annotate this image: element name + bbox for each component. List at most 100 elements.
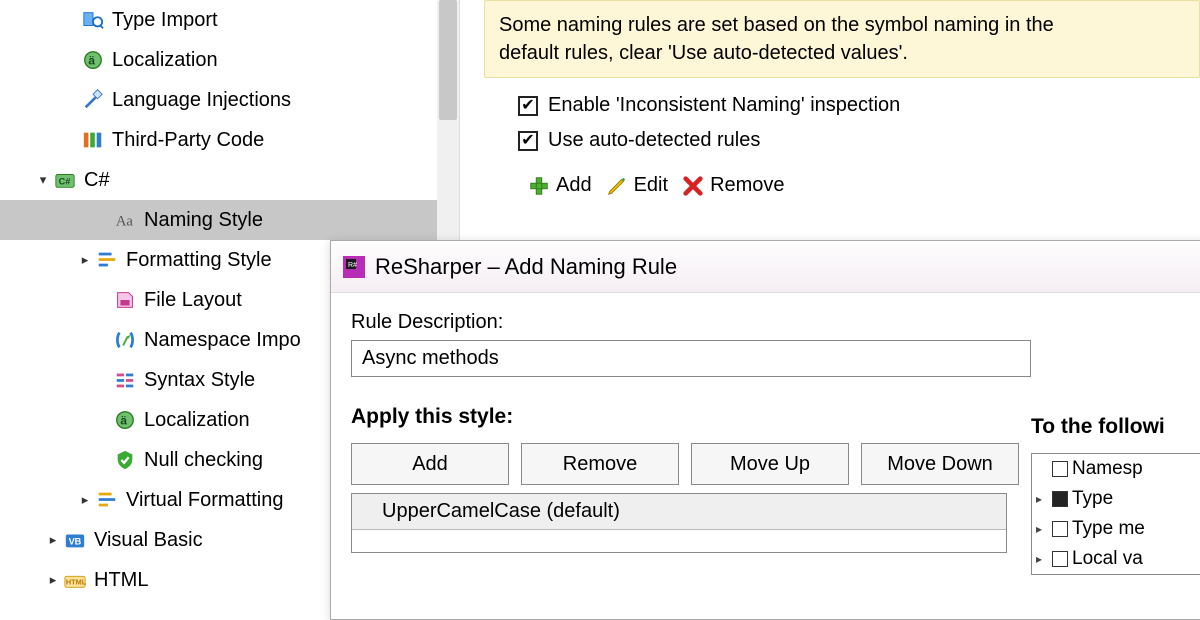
- dialog-titlebar[interactable]: R# ReSharper – Add Naming Rule: [331, 241, 1200, 293]
- naming-settings-panel: Some naming rules are set based on the s…: [484, 0, 1200, 240]
- tree-item-label: Syntax Style: [144, 369, 255, 392]
- type-import-icon: [80, 7, 106, 33]
- checkbox-icon[interactable]: [1052, 491, 1068, 507]
- style-list-item[interactable]: UpperCamelCase (default): [352, 494, 1006, 530]
- checkbox-icon: ✔: [518, 96, 538, 116]
- button-label: Move Down: [887, 453, 993, 476]
- info-banner: Some naming rules are set based on the s…: [484, 0, 1200, 78]
- button-label: Move Up: [730, 453, 810, 476]
- tree-item-label: Null checking: [144, 449, 263, 472]
- svg-text:Aa: Aa: [116, 214, 134, 230]
- expand-arrow-icon[interactable]: ▸: [46, 532, 60, 548]
- vb-icon: VB: [62, 527, 88, 553]
- svg-text:ä: ä: [88, 54, 95, 68]
- banner-text: default rules, clear 'Use auto-detected …: [499, 39, 1185, 67]
- delete-icon: [682, 175, 704, 197]
- nullcheck-icon: [112, 447, 138, 473]
- button-label: Remove: [710, 174, 784, 197]
- kind-label: Type me: [1072, 518, 1145, 540]
- html-icon: HTML: [62, 567, 88, 593]
- enable-inspection-checkbox[interactable]: ✔ Enable 'Inconsistent Naming' inspectio…: [518, 94, 1200, 117]
- kind-row[interactable]: Namesp: [1032, 454, 1200, 484]
- naming-icon: Aa: [112, 207, 138, 233]
- tree-item-label: Namespace Impo: [144, 329, 301, 352]
- tree-item-label: File Layout: [144, 289, 242, 312]
- checkbox-label: Use auto-detected rules: [548, 129, 760, 152]
- tree-item-label: Naming Style: [144, 209, 263, 232]
- auto-detected-checkbox[interactable]: ✔ Use auto-detected rules: [518, 129, 1200, 152]
- rule-description-label: Rule Description:: [351, 311, 1200, 334]
- tree-item-label: Localization: [144, 409, 250, 432]
- tree-item-label: Localization: [112, 49, 218, 72]
- svg-text:VB: VB: [69, 537, 82, 547]
- entity-kinds-list[interactable]: Namesp ▸ Type ▸ Type me ▸ Local va: [1031, 453, 1200, 575]
- checkbox-label: Enable 'Inconsistent Naming' inspection: [548, 94, 900, 117]
- expand-arrow-icon[interactable]: ▸: [1036, 522, 1048, 536]
- tree-item[interactable]: Third-Party Code: [0, 120, 459, 160]
- to-following-heading: To the followi: [1031, 415, 1200, 439]
- tree-item-label: Third-Party Code: [112, 129, 264, 152]
- button-label: Edit: [634, 174, 668, 197]
- checkbox-icon[interactable]: [1052, 551, 1068, 567]
- svg-text:R#: R#: [348, 262, 357, 269]
- thirdparty-icon: [80, 127, 106, 153]
- rule-description-input[interactable]: [351, 340, 1031, 377]
- tree-item-label: Language Injections: [112, 89, 291, 112]
- banner-text: Some naming rules are set based on the s…: [499, 11, 1185, 39]
- tree-item-label: Type Import: [112, 9, 218, 32]
- add-rule-button[interactable]: Add: [528, 174, 592, 197]
- kind-row[interactable]: ▸ Type: [1032, 484, 1200, 514]
- filelayout-icon: [112, 287, 138, 313]
- checkbox-icon: ✔: [518, 131, 538, 151]
- plus-icon: [528, 175, 550, 197]
- expand-arrow-icon[interactable]: ▸: [1036, 552, 1048, 566]
- button-label: Remove: [563, 453, 637, 476]
- kind-label: Namesp: [1072, 458, 1143, 480]
- rules-toolbar: Add Edit Remove: [528, 174, 1200, 197]
- add-naming-rule-dialog: R# ReSharper – Add Naming Rule Rule Desc…: [330, 240, 1200, 620]
- kind-label: Local va: [1072, 548, 1143, 570]
- edit-rule-button[interactable]: Edit: [606, 174, 668, 197]
- pencil-icon: [606, 175, 628, 197]
- localization-icon: ä: [80, 47, 106, 73]
- tree-item-label: Formatting Style: [126, 249, 272, 272]
- button-label: Add: [412, 453, 448, 476]
- scrollbar-thumb[interactable]: [439, 0, 457, 120]
- tree-item[interactable]: Aa Naming Style: [0, 200, 459, 240]
- expand-arrow-icon[interactable]: ▸: [1036, 492, 1048, 506]
- svg-text:C#: C#: [59, 177, 71, 187]
- tree-item-label: C#: [84, 169, 110, 192]
- kind-row[interactable]: ▸ Type me: [1032, 514, 1200, 544]
- resharper-icon: R#: [343, 256, 365, 278]
- kind-label: Type: [1072, 488, 1113, 510]
- remove-style-button[interactable]: Remove: [521, 443, 679, 485]
- checkbox-icon[interactable]: [1052, 461, 1068, 477]
- move-up-button[interactable]: Move Up: [691, 443, 849, 485]
- svg-text:HTML: HTML: [66, 578, 86, 587]
- tree-item-label: HTML: [94, 569, 148, 592]
- expand-arrow-icon[interactable]: ▸: [78, 252, 92, 268]
- expand-arrow-icon[interactable]: ▾: [36, 172, 50, 188]
- formatting-icon: [94, 247, 120, 273]
- dialog-title-text: ReSharper – Add Naming Rule: [375, 254, 677, 280]
- tree-item[interactable]: Type Import: [0, 0, 459, 40]
- tree-item[interactable]: Language Injections: [0, 80, 459, 120]
- checkbox-icon[interactable]: [1052, 521, 1068, 537]
- remove-rule-button[interactable]: Remove: [682, 174, 784, 197]
- svg-text:ä: ä: [120, 414, 127, 428]
- localization-icon: ä: [112, 407, 138, 433]
- expand-arrow-icon[interactable]: ▸: [78, 492, 92, 508]
- kind-row[interactable]: ▸ Local va: [1032, 544, 1200, 574]
- move-down-button[interactable]: Move Down: [861, 443, 1019, 485]
- add-style-button[interactable]: Add: [351, 443, 509, 485]
- button-label: Add: [556, 174, 592, 197]
- csharp-icon: C#: [52, 167, 78, 193]
- namespace-icon: [112, 327, 138, 353]
- tree-item[interactable]: ▾ C# C#: [0, 160, 459, 200]
- virtual-icon: [94, 487, 120, 513]
- tree-item[interactable]: ä Localization: [0, 40, 459, 80]
- syntax-icon: [112, 367, 138, 393]
- expand-arrow-icon[interactable]: ▸: [46, 572, 60, 588]
- tree-item-label: Virtual Formatting: [126, 489, 283, 512]
- style-list[interactable]: UpperCamelCase (default): [351, 493, 1007, 553]
